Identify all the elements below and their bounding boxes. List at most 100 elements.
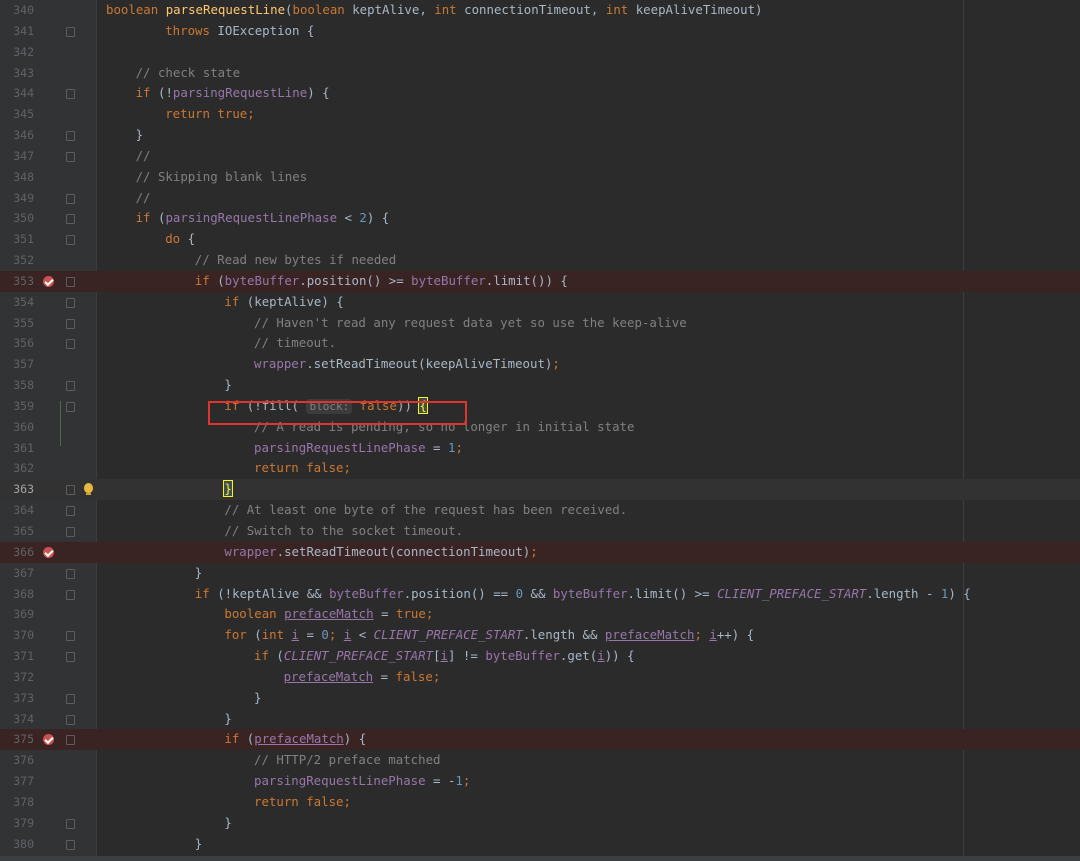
code-line[interactable]: 377 parsingRequestLinePhase = -1; (0, 771, 1080, 792)
code-text[interactable]: } (224, 813, 231, 834)
line-number[interactable]: 355 (0, 313, 34, 334)
line-number[interactable]: 376 (0, 750, 34, 771)
code-line[interactable]: 340 boolean parseRequestLine(boolean kept… (0, 0, 1080, 21)
code-line[interactable]: 344 if (!parsingRequestLine) { (0, 83, 1080, 104)
fold-marker-icon[interactable] (66, 193, 75, 204)
code-text[interactable]: } (224, 375, 231, 396)
fold-marker-icon[interactable] (66, 735, 75, 746)
code-text[interactable]: if (prefaceMatch) { (224, 729, 366, 750)
breakpoint-icon[interactable] (43, 546, 54, 558)
line-number[interactable]: 372 (0, 667, 34, 688)
fold-marker-icon[interactable] (66, 506, 75, 517)
code-line[interactable]: 366 wrapper.setReadTimeout(connectionTime… (0, 541, 1080, 563)
code-text[interactable]: return true; (165, 104, 255, 125)
line-number[interactable]: 362 (0, 458, 34, 479)
line-number[interactable]: 365 (0, 521, 34, 542)
code-text[interactable]: // Haven't read any request data yet so … (254, 313, 687, 334)
fold-marker-icon[interactable] (66, 151, 75, 162)
line-number[interactable]: 378 (0, 792, 34, 813)
code-line[interactable]: 378 return false; (0, 792, 1080, 813)
code-text[interactable]: for (int i = 0; i < CLIENT_PREFACE_START… (224, 625, 754, 646)
code-line[interactable]: 367} (0, 563, 1080, 584)
breakpoint-icon[interactable] (43, 275, 54, 287)
code-line[interactable]: 345 return true; (0, 104, 1080, 125)
line-number[interactable]: 354 (0, 292, 34, 313)
code-text[interactable]: return false; (254, 792, 351, 813)
line-number[interactable]: 341 (0, 21, 34, 42)
code-editor[interactable]: 340 boolean parseRequestLine(boolean kept… (0, 0, 1080, 861)
line-number[interactable]: 370 (0, 625, 34, 646)
fold-marker-icon[interactable] (66, 26, 75, 37)
code-line[interactable]: 368 if (!keptAlive && byteBuffer.position… (0, 584, 1080, 605)
code-line[interactable]: 351 do { (0, 229, 1080, 250)
fold-marker-icon[interactable] (66, 297, 75, 308)
code-line[interactable]: 348 // Skipping blank lines (0, 167, 1080, 188)
fold-marker-icon[interactable] (66, 401, 75, 412)
code-text[interactable]: if (!parsingRequestLine) { (136, 83, 330, 104)
code-text[interactable]: throws IOException { (165, 21, 314, 42)
fold-marker-icon[interactable] (66, 527, 75, 537)
code-line[interactable]: 356 // timeout. (0, 333, 1080, 354)
code-line[interactable]: 380} (0, 834, 1080, 855)
line-number[interactable]: 358 (0, 375, 34, 396)
code-text[interactable]: if (parsingRequestLinePhase < 2) { (136, 208, 390, 229)
code-line[interactable]: 342 (0, 42, 1080, 63)
code-line[interactable]: 360// A read is pending, so no longer in… (0, 417, 1080, 438)
code-text[interactable]: if (byteBuffer.position() >= byteBuffer.… (195, 271, 568, 292)
code-line[interactable]: 365 // Switch to the socket timeout. (0, 521, 1080, 542)
line-number[interactable]: 364 (0, 500, 34, 521)
code-line[interactable]: 361 parsingRequestLinePhase = 1; (0, 438, 1080, 459)
line-number[interactable]: 367 (0, 563, 34, 584)
code-line[interactable]: 350 if (parsingRequestLinePhase < 2) { (0, 208, 1080, 229)
line-number[interactable]: 353 (0, 271, 34, 292)
line-number[interactable]: 379 (0, 813, 34, 834)
code-line[interactable]: 372 prefaceMatch = false; (0, 667, 1080, 688)
code-line[interactable]: 359 if (!fill( block: false)) { (0, 396, 1080, 417)
code-text[interactable]: prefaceMatch = false; (284, 667, 441, 688)
code-line[interactable]: 349 // (0, 188, 1080, 209)
code-text[interactable]: parsingRequestLinePhase = -1; (254, 771, 470, 792)
code-line[interactable]: 358} (0, 375, 1080, 396)
code-text[interactable]: } (136, 125, 143, 146)
code-line[interactable]: 354 if (keptAlive) { (0, 292, 1080, 313)
code-text[interactable]: if (CLIENT_PREFACE_START[i] != byteBuffe… (254, 646, 635, 667)
fold-marker-icon[interactable] (66, 214, 75, 225)
code-text[interactable]: // (136, 146, 151, 167)
code-text[interactable]: } (254, 688, 261, 709)
code-text[interactable]: } (224, 709, 231, 730)
line-number[interactable]: 342 (0, 42, 34, 63)
line-number[interactable]: 345 (0, 104, 34, 125)
code-line[interactable]: 355 // Haven't read any request data yet … (0, 313, 1080, 334)
code-text[interactable]: if (!keptAlive && byteBuffer.position() … (195, 584, 971, 605)
line-number[interactable]: 348 (0, 167, 34, 188)
code-line[interactable]: 343 // check state (0, 63, 1080, 84)
fold-marker-icon[interactable] (66, 131, 75, 142)
line-number[interactable]: 359 (0, 396, 34, 417)
line-number[interactable]: 356 (0, 333, 34, 354)
code-text[interactable]: do { (165, 229, 195, 250)
fold-marker-icon[interactable] (66, 589, 75, 600)
code-text[interactable]: wrapper.setReadTimeout(keepAliveTimeout)… (254, 354, 560, 375)
code-line[interactable]: 363} (0, 479, 1080, 501)
line-number[interactable]: 343 (0, 63, 34, 84)
line-number[interactable]: 347 (0, 146, 34, 167)
code-text[interactable]: // Read new bytes if needed (195, 250, 396, 271)
code-line[interactable]: 364 // At least one byte of the request h… (0, 500, 1080, 521)
line-number[interactable]: 374 (0, 709, 34, 730)
line-number[interactable]: 363 (0, 479, 34, 500)
code-text[interactable]: // HTTP/2 preface matched (254, 750, 441, 771)
fold-marker-icon[interactable] (66, 381, 75, 392)
code-line[interactable]: 373} (0, 688, 1080, 709)
code-line[interactable]: 341 throws IOException { (0, 21, 1080, 42)
code-text[interactable]: } (223, 479, 233, 500)
code-text[interactable]: // At least one byte of the request has … (224, 500, 627, 521)
fold-marker-icon[interactable] (66, 714, 75, 725)
line-number[interactable]: 373 (0, 688, 34, 709)
line-number[interactable]: 350 (0, 208, 34, 229)
code-line[interactable]: 374} (0, 709, 1080, 730)
line-number[interactable]: 375 (0, 729, 34, 750)
fold-marker-icon[interactable] (66, 839, 75, 850)
fold-marker-icon[interactable] (66, 318, 75, 329)
horizontal-scrollbar[interactable] (0, 856, 1080, 861)
fold-marker-icon[interactable] (66, 568, 75, 579)
